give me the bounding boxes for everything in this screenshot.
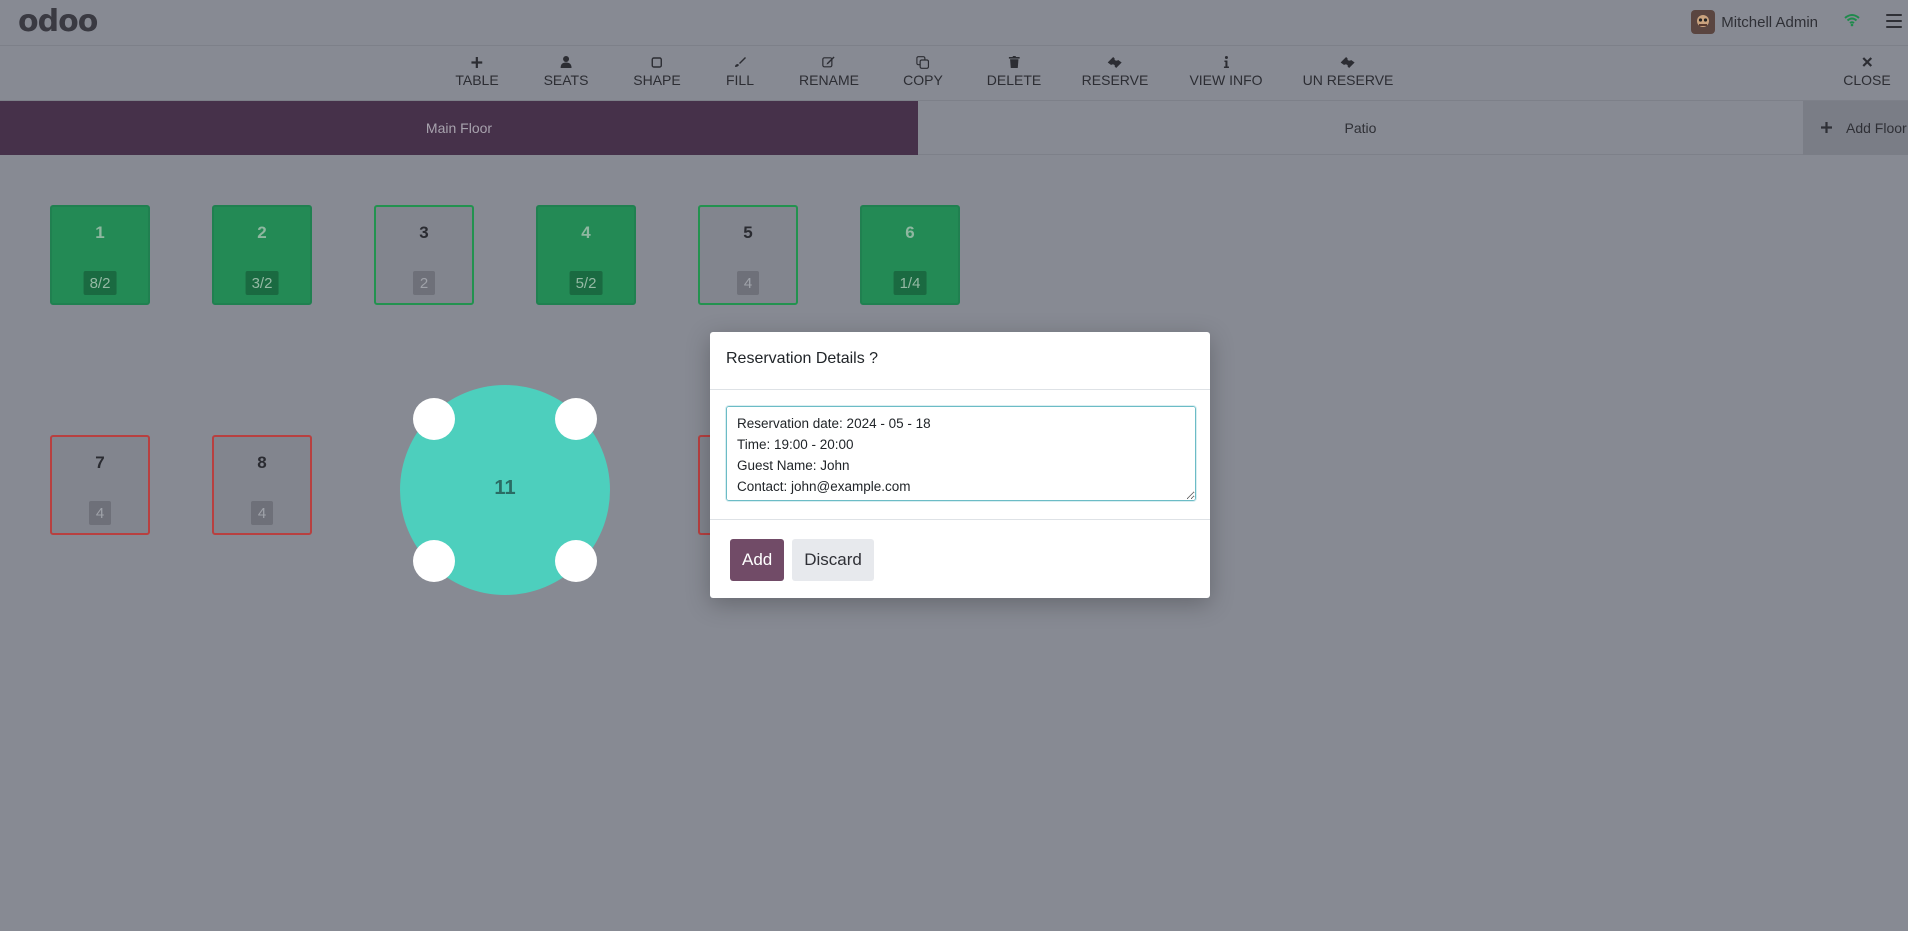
copy-button[interactable]: COPY (903, 54, 943, 88)
add-table-button[interactable]: TABLE (455, 54, 499, 88)
plus-icon (1821, 120, 1832, 136)
info-icon (1218, 54, 1234, 70)
chair (413, 540, 455, 582)
floor-tabs: Main Floor Patio Add Floor (0, 101, 1908, 155)
reservation-dialog: Reservation Details ? Add Discard (710, 332, 1210, 598)
add-button[interactable]: Add (730, 539, 785, 581)
table-8[interactable]: 8 4 (212, 435, 312, 535)
wifi-icon (1844, 13, 1860, 32)
table-6[interactable]: 6 1/4 (860, 205, 960, 305)
table-seats: 4 (251, 501, 273, 525)
tab-main-floor[interactable]: Main Floor (0, 101, 918, 155)
view-info-button[interactable]: VIEW INFO (1189, 54, 1263, 88)
plus-icon (469, 54, 485, 70)
table-4[interactable]: 4 5/2 (536, 205, 636, 305)
dialog-title: Reservation Details ? (710, 332, 1210, 390)
top-bar: odoo Mitchell Admin (0, 0, 1908, 46)
user-menu[interactable]: Mitchell Admin (1691, 10, 1818, 34)
rename-button[interactable]: RENAME (799, 54, 859, 88)
ticket-icon (1107, 54, 1123, 70)
floor-edit-toolbar: TABLE SEATS SHAPE FILL RENAME COPY DELET… (0, 47, 1908, 101)
table-5[interactable]: 5 4 (698, 205, 798, 305)
avatar (1691, 10, 1716, 34)
user-name: Mitchell Admin (1721, 13, 1818, 31)
table-seats: 2 (413, 271, 435, 295)
chair (555, 540, 597, 582)
ticket-icon (1340, 54, 1356, 70)
chair (555, 398, 597, 440)
copy-icon (915, 54, 931, 70)
close-icon (1859, 54, 1875, 70)
fill-button[interactable]: FILL (726, 54, 754, 88)
trash-icon (1006, 54, 1022, 70)
tab-patio[interactable]: Patio (918, 101, 1803, 155)
table-1[interactable]: 1 8/2 (50, 205, 150, 305)
dialog-body (710, 390, 1210, 520)
table-seats: 8/2 (83, 271, 117, 295)
close-button[interactable]: CLOSE (1843, 54, 1891, 88)
seats-button[interactable]: SEATS (544, 54, 588, 88)
delete-button[interactable]: DELETE (987, 54, 1041, 88)
shape-button[interactable]: SHAPE (633, 54, 681, 88)
reserve-button[interactable]: RESERVE (1082, 54, 1148, 88)
table-seats: 5/2 (569, 271, 603, 295)
odoo-logo[interactable]: odoo (18, 7, 98, 37)
user-icon (558, 54, 574, 70)
table-11-round[interactable]: 11 (400, 385, 610, 595)
table-seats: 4 (737, 271, 759, 295)
table-2[interactable]: 2 3/2 (212, 205, 312, 305)
table-seats: 4 (89, 501, 111, 525)
menu-icon[interactable] (1886, 14, 1902, 28)
table-seats: 3/2 (245, 271, 279, 295)
chair (413, 398, 455, 440)
dialog-footer: Add Discard (710, 520, 1210, 600)
table-7[interactable]: 7 4 (50, 435, 150, 535)
table-3[interactable]: 3 2 (374, 205, 474, 305)
table-seats: 1/4 (893, 271, 927, 295)
reservation-details-textarea[interactable] (726, 406, 1196, 501)
square-icon (649, 54, 665, 70)
paint-brush-icon (732, 54, 748, 70)
add-floor-button[interactable]: Add Floor (1803, 101, 1908, 155)
un-reserve-button[interactable]: UN RESERVE (1303, 54, 1393, 88)
edit-icon (821, 54, 837, 70)
discard-button[interactable]: Discard (792, 539, 874, 581)
